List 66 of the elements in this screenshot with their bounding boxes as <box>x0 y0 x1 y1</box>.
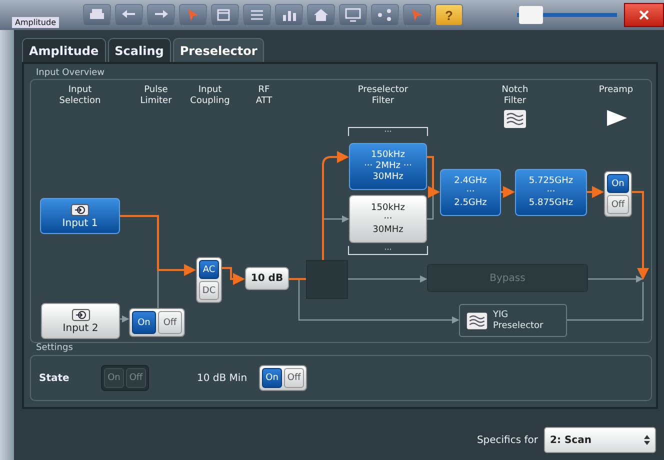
toolbar-button[interactable] <box>275 4 303 26</box>
connector-line <box>587 186 604 198</box>
column-heading: Input Selection <box>58 85 102 107</box>
switch-block <box>306 260 348 299</box>
window-icon <box>217 8 233 22</box>
column-heading: Preselector Filter <box>356 85 410 107</box>
toolbar-button[interactable] <box>83 4 111 26</box>
more-indicator[interactable]: ··· <box>348 127 428 136</box>
toggle-option[interactable]: On <box>607 174 629 193</box>
toolbar-button[interactable] <box>371 4 399 26</box>
setting-label: 10 dB Min <box>197 372 248 384</box>
help-button[interactable]: ? <box>435 4 463 26</box>
toggle-option[interactable]: Off <box>158 311 182 334</box>
filter-button[interactable]: 150kHz ··· 30MHz <box>349 195 427 243</box>
toggle-option[interactable]: Off <box>607 195 629 214</box>
toolbar-button[interactable] <box>115 4 143 26</box>
printer-icon <box>89 8 105 22</box>
toolbar-button[interactable] <box>307 4 335 26</box>
tab[interactable]: Scaling <box>108 38 171 62</box>
toolbar-button[interactable] <box>339 4 367 26</box>
chart-icon <box>281 8 297 22</box>
filter-icon <box>503 109 527 129</box>
list-icon <box>249 8 265 22</box>
window-title: Amplitude <box>12 17 59 28</box>
column-heading: Input Coupling <box>189 85 231 107</box>
group-title: Settings <box>36 343 74 353</box>
notch-filter-button[interactable]: 5.725GHz ··· 5.875GHz <box>515 169 587 216</box>
toggle-option[interactable]: DC <box>199 281 219 300</box>
toolbar-button[interactable] <box>147 4 175 26</box>
house-icon <box>313 8 329 22</box>
tab[interactable]: Preselector <box>172 38 264 62</box>
toolbar-button[interactable] <box>211 4 239 26</box>
setting-label: State <box>39 372 70 384</box>
group-title: Input Overview <box>36 68 106 78</box>
tab[interactable]: Amplitude <box>22 38 106 62</box>
column-heading: Preamp <box>598 85 634 96</box>
connector-line <box>501 186 515 198</box>
specifics-dropdown[interactable]: 2: Scan <box>544 427 656 453</box>
toggle-option[interactable]: Off <box>284 368 304 388</box>
column-heading: Notch Filter <box>500 85 530 107</box>
specifics-label: Specifics for <box>476 434 538 446</box>
toggle-option[interactable]: On <box>132 311 156 334</box>
monitor-icon <box>345 8 361 22</box>
close-button[interactable] <box>624 3 664 27</box>
attenuation-button[interactable]: 10 dB <box>245 267 289 290</box>
nodes-icon <box>377 8 393 22</box>
input-button[interactable]: Input 2 <box>41 303 120 339</box>
close-icon <box>639 10 649 20</box>
filter-icon <box>466 310 488 330</box>
toggle-option[interactable]: AC <box>199 260 219 279</box>
filter-button[interactable]: 150kHz ··· 2MHz ··· 30MHz <box>349 143 427 190</box>
input-icon <box>71 204 89 216</box>
more-indicator[interactable]: ··· <box>348 246 428 255</box>
column-heading: Pulse Limiter <box>139 85 173 107</box>
toolbar-button[interactable] <box>243 4 271 26</box>
slider[interactable] <box>517 6 617 24</box>
input-button[interactable]: Input 1 <box>40 198 120 234</box>
amplifier-icon <box>606 109 628 127</box>
toggle-option[interactable]: On <box>262 368 282 388</box>
yig-button[interactable]: YIG Preselector <box>459 304 567 337</box>
connector-line <box>120 315 130 323</box>
notch-filter-button[interactable]: 2.4GHz ··· 2.5GHz <box>440 169 501 216</box>
input-icon <box>72 308 90 320</box>
column-heading: RF ATT <box>254 85 274 107</box>
connector-line <box>220 267 245 285</box>
spinner-icon <box>644 435 650 445</box>
